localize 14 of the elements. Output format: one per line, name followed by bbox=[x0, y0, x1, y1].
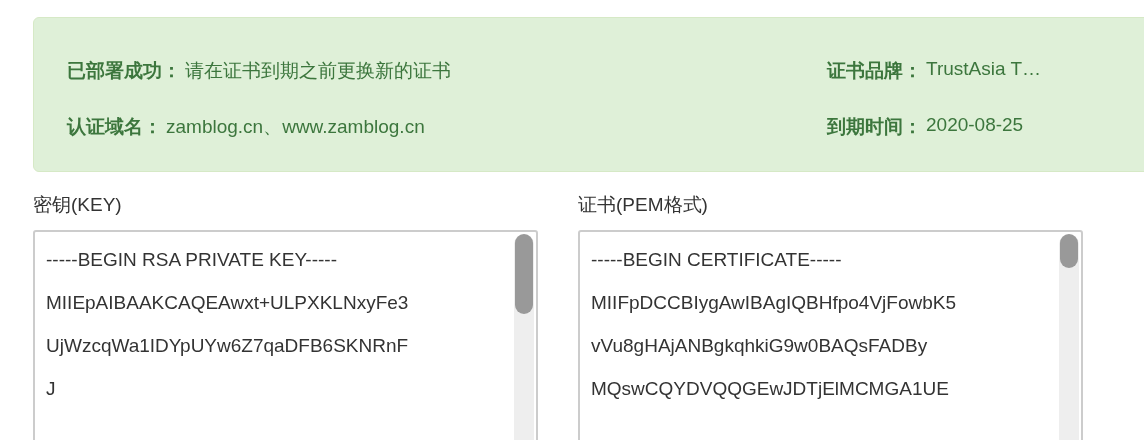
field-value: 请在证书到期之前更换新的证书 bbox=[185, 59, 451, 83]
field-value: TrustAsia T… bbox=[926, 58, 1042, 81]
scrollbar[interactable] bbox=[1059, 234, 1079, 440]
field-label: 证书(PEM格式) bbox=[578, 193, 709, 217]
field-label: 密钥(KEY) bbox=[33, 193, 123, 217]
key-text-area[interactable]: -----BEGIN RSA PRIVATE KEY----- MIIEpAIBAAKCAQEAwxt+ULPXKLNxyFe3 UjWzcqWa1IDYpUYw6Z7qaDFB6SKNRnF J bbox=[33, 230, 538, 440]
certificate-text-area[interactable]: -----BEGIN CERTIFICATE----- MIIFpDCCBIygAwIBAgIQBHfpo4VjFowbK5 vVu8gHAjANBgkqhkiG9w0BAQsFADBy MQswCQYDVQQGEwJDTjElMCMGA1UE bbox=[578, 230, 1083, 440]
scrollbar[interactable] bbox=[514, 234, 534, 440]
field-value: zamblog.cn、www.zamblog.cn bbox=[166, 115, 425, 139]
field-label: 到期时间： bbox=[827, 115, 922, 139]
field-value: 2020-08-25 bbox=[926, 114, 1024, 137]
field-label: 认证域名： bbox=[67, 115, 162, 139]
field-label: 已部署成功： bbox=[67, 59, 181, 83]
field-label: 证书品牌： bbox=[827, 59, 922, 83]
